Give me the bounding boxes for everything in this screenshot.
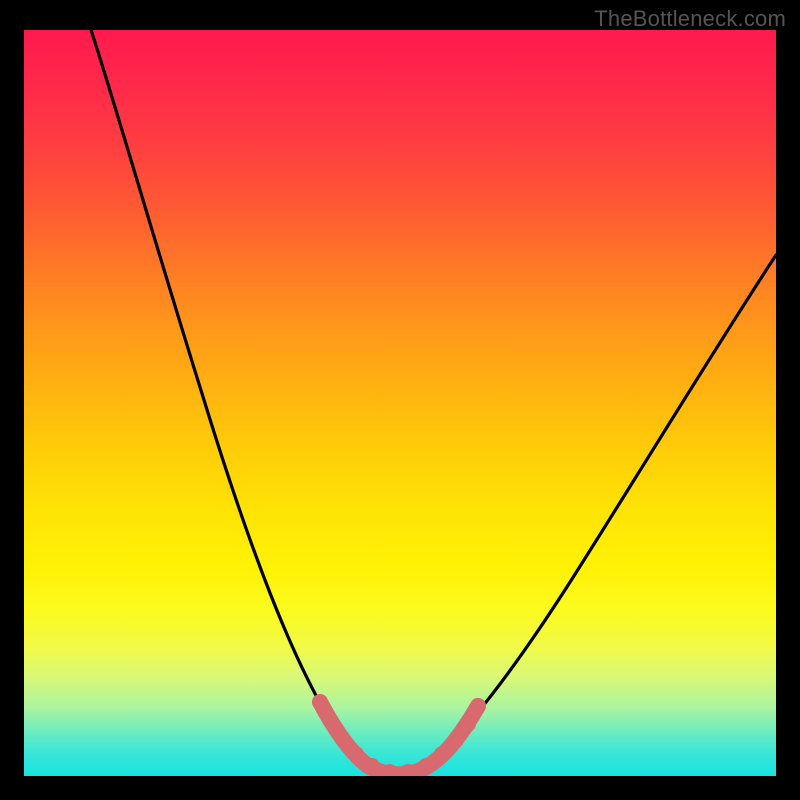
bottleneck-curve — [91, 30, 776, 771]
chart-container: TheBottleneck.com — [0, 0, 800, 800]
curve-layer — [24, 30, 776, 776]
plot-area — [24, 30, 776, 776]
watermark-text: TheBottleneck.com — [594, 6, 786, 32]
